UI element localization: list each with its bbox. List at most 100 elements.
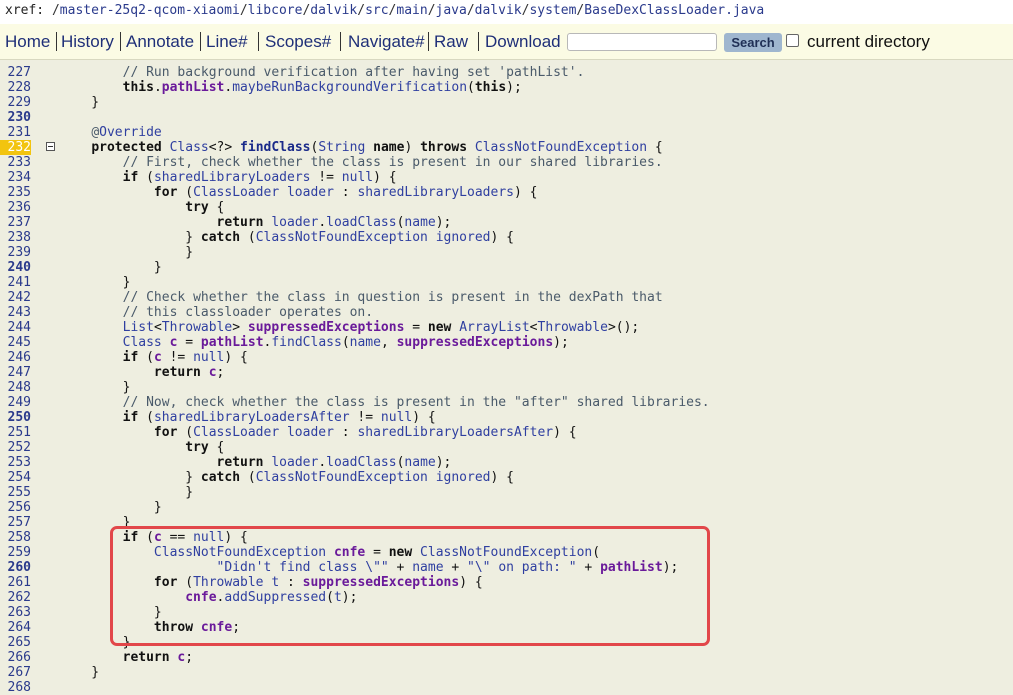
line-number-link[interactable]: 231 [0, 125, 31, 140]
line-number-link[interactable]: 245 [0, 335, 31, 350]
code-line: 246 if (c != null) { [0, 350, 1013, 365]
line-number-link[interactable]: 268 [0, 680, 31, 695]
breadcrumb-link[interactable]: java [436, 3, 467, 18]
line-number-link[interactable]: 259 [0, 545, 31, 560]
line-number-link[interactable]: 243 [0, 305, 31, 320]
menu-history[interactable]: History [61, 32, 114, 52]
line-number-link[interactable]: 244 [0, 320, 31, 335]
line-number-link[interactable]: 260 [0, 560, 31, 575]
menu-annotate[interactable]: Annotate [126, 32, 194, 52]
menu-line-numbers[interactable]: Line# [206, 32, 248, 52]
code-text: if (c == null) { [122, 530, 248, 545]
code-text: } [60, 260, 162, 275]
breadcrumb-link[interactable]: master-25q2-qcom-xiaomi [60, 3, 240, 18]
code-line: 267 } [0, 665, 1013, 680]
line-number-link[interactable]: 264 [0, 620, 31, 635]
line-number-link[interactable]: 232 [0, 140, 31, 155]
code-text: for (Throwable t : suppressedExceptions)… [153, 575, 483, 590]
line-number-link[interactable]: 227 [0, 65, 31, 80]
line-number-link[interactable]: 263 [0, 605, 31, 620]
menu-raw[interactable]: Raw [434, 32, 468, 52]
menu-divider [258, 32, 259, 51]
line-number-link[interactable]: 230 [0, 110, 31, 125]
code-line: 253 return loader.loadClass(name); [0, 455, 1013, 470]
line-number-link[interactable]: 242 [0, 290, 31, 305]
menu-divider [478, 32, 479, 51]
breadcrumb-link[interactable]: main [396, 3, 427, 18]
code-line: 261 for (Throwable t : suppressedExcepti… [0, 575, 1013, 590]
code-text: Class c = pathList.findClass(name, suppr… [122, 335, 569, 350]
breadcrumb-prefix: xref: [5, 3, 45, 18]
line-number-link[interactable]: 265 [0, 635, 31, 650]
menu-download[interactable]: Download [485, 32, 561, 52]
line-number-link[interactable]: 229 [0, 95, 31, 110]
code-text: } [60, 275, 131, 290]
line-number-link[interactable]: 228 [0, 80, 31, 95]
line-number-link[interactable]: 255 [0, 485, 31, 500]
line-number-link[interactable]: 248 [0, 380, 31, 395]
code-line: 241 } [0, 275, 1013, 290]
line-number-link[interactable]: 253 [0, 455, 31, 470]
breadcrumb-link[interactable]: libcore [248, 3, 303, 18]
code-line: 234 if (sharedLibraryLoaders != null) { [0, 170, 1013, 185]
menu-bar: Home History Annotate Line# Scopes# Navi… [0, 24, 1013, 60]
code-line: 240 } [0, 260, 1013, 275]
line-number-link[interactable]: 234 [0, 170, 31, 185]
breadcrumb-link[interactable]: dalvik [475, 3, 522, 18]
line-number-link[interactable]: 266 [0, 650, 31, 665]
line-number-link[interactable]: 240 [0, 260, 31, 275]
line-number-link[interactable]: 267 [0, 665, 31, 680]
fold-toggle-icon[interactable] [46, 142, 55, 151]
breadcrumb-link[interactable]: dalvik [310, 3, 357, 18]
menu-navigate[interactable]: Navigate# [348, 32, 425, 52]
breadcrumb-link[interactable]: src [365, 3, 388, 18]
breadcrumb-link[interactable]: BaseDexClassLoader.java [584, 3, 764, 18]
menu-divider [56, 32, 57, 51]
code-text: for (ClassLoader loader : sharedLibraryL… [153, 425, 577, 440]
code-text: } [60, 605, 162, 620]
line-number-link[interactable]: 257 [0, 515, 31, 530]
code-line: 230 [0, 110, 1013, 125]
line-number-link[interactable]: 261 [0, 575, 31, 590]
line-number-link[interactable]: 235 [0, 185, 31, 200]
code-line: 268 [0, 680, 1013, 695]
menu-scopes[interactable]: Scopes# [265, 32, 331, 52]
line-number-link[interactable]: 249 [0, 395, 31, 410]
breadcrumb-link[interactable]: system [529, 3, 576, 18]
line-number-link[interactable]: 238 [0, 230, 31, 245]
code-line: 249 // Now, check whether the class is p… [0, 395, 1013, 410]
code-line: 251 for (ClassLoader loader : sharedLibr… [0, 425, 1013, 440]
code-line: 238 } catch (ClassNotFoundException igno… [0, 230, 1013, 245]
search-input[interactable] [567, 33, 717, 51]
current-directory-checkbox[interactable] [786, 34, 799, 47]
code-text: } [60, 245, 194, 260]
code-line: 231 @Override [0, 125, 1013, 140]
line-number-link[interactable]: 252 [0, 440, 31, 455]
line-number-link[interactable]: 237 [0, 215, 31, 230]
search-button[interactable]: Search [724, 33, 782, 52]
line-number-link[interactable]: 241 [0, 275, 31, 290]
code-line: 248 } [0, 380, 1013, 395]
code-text: // Check whether the class in question i… [122, 290, 663, 305]
code-text: try { [185, 200, 225, 215]
line-number-link[interactable]: 258 [0, 530, 31, 545]
code-text: throw cnfe; [153, 620, 241, 635]
line-number-link[interactable]: 250 [0, 410, 31, 425]
code-line: 227 // Run background verification after… [0, 65, 1013, 80]
menu-divider [428, 32, 429, 51]
code-line: 264 throw cnfe; [0, 620, 1013, 635]
code-text: // this classloader operates on. [122, 305, 374, 320]
line-number-link[interactable]: 239 [0, 245, 31, 260]
menu-home[interactable]: Home [5, 32, 50, 52]
code-line: 247 return c; [0, 365, 1013, 380]
line-number-link[interactable]: 233 [0, 155, 31, 170]
line-number-link[interactable]: 256 [0, 500, 31, 515]
code-line: 250 if (sharedLibraryLoadersAfter != nul… [0, 410, 1013, 425]
line-number-link[interactable]: 251 [0, 425, 31, 440]
line-number-link[interactable]: 246 [0, 350, 31, 365]
line-number-link[interactable]: 236 [0, 200, 31, 215]
line-number-link[interactable]: 262 [0, 590, 31, 605]
line-number-link[interactable]: 254 [0, 470, 31, 485]
line-number-link[interactable]: 247 [0, 365, 31, 380]
code-line: 256 } [0, 500, 1013, 515]
